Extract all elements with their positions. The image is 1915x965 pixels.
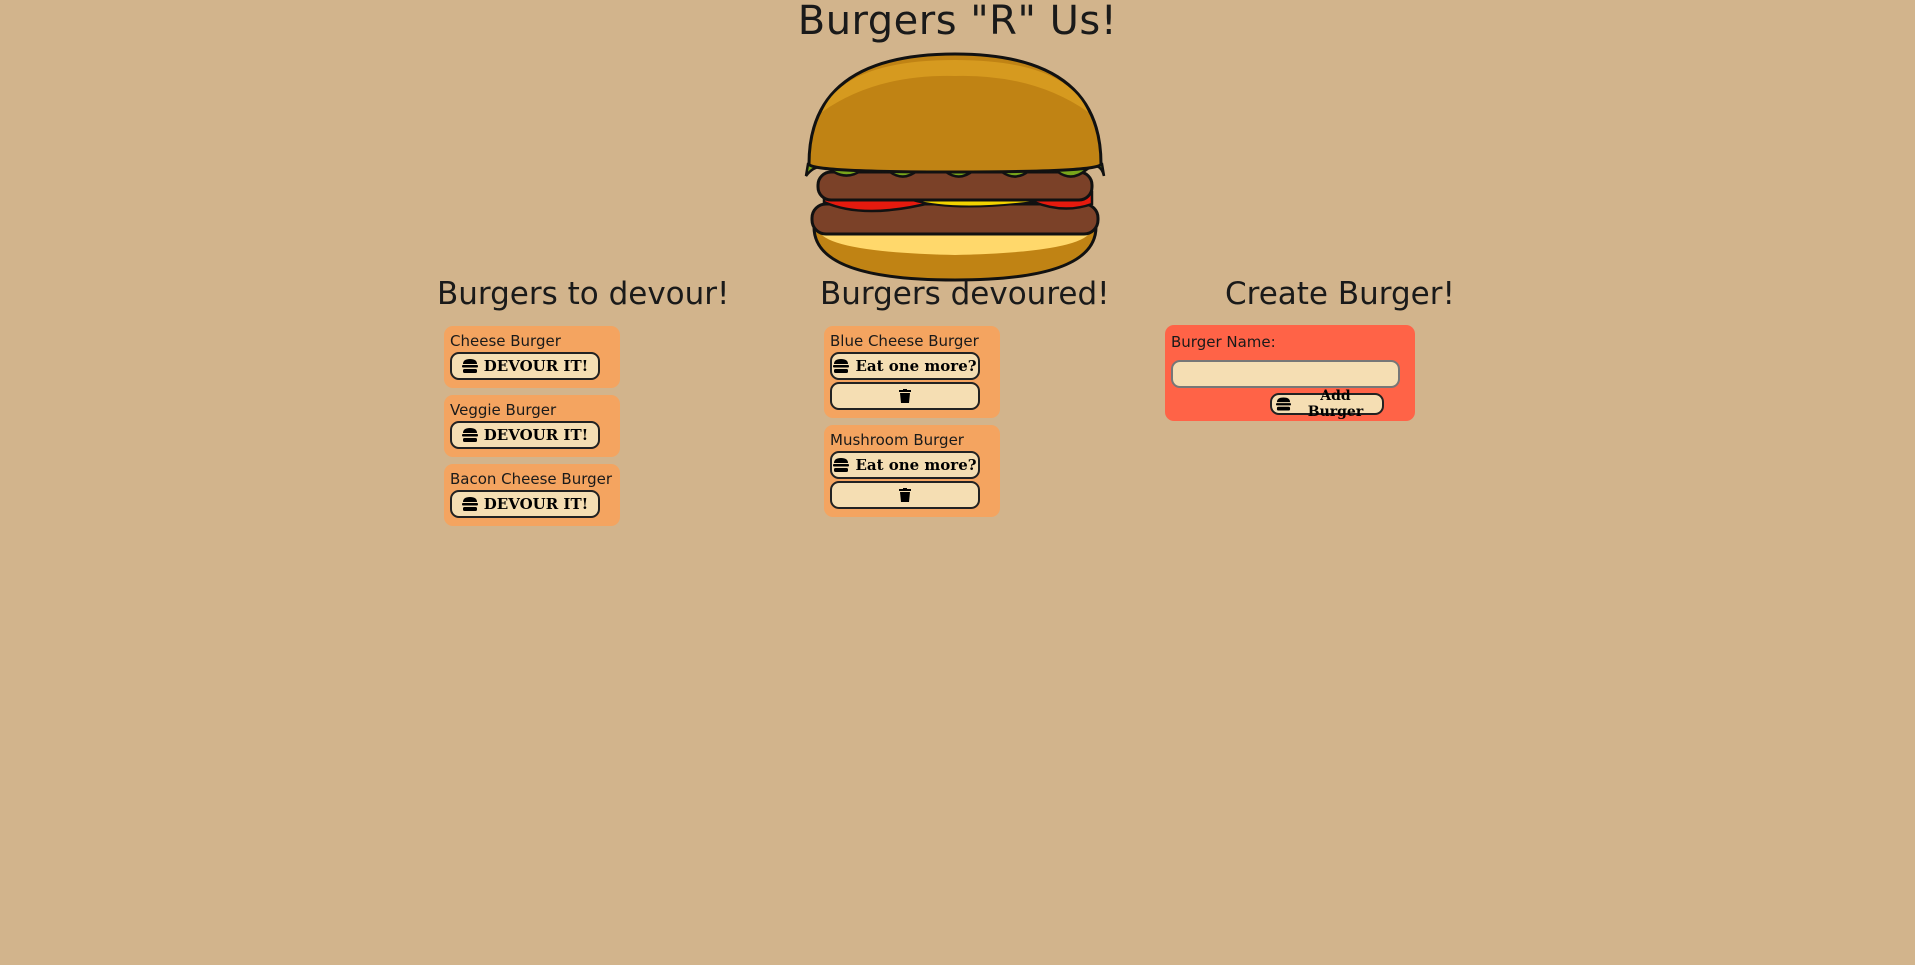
hamburger-icon [1276,397,1291,411]
burger-card: Bacon Cheese Burger DEVOUR IT! [444,464,620,526]
delete-button[interactable] [830,382,980,410]
add-burger-button[interactable]: Add Burger [1270,388,1384,420]
hamburger-icon [461,359,478,373]
add-burger-label: Add Burger [1307,388,1364,420]
devoured-card: Blue Cheese Burger Eat one more? [824,326,1000,418]
eat-one-more-label: Eat one more? [855,357,977,375]
devoured-card: Mushroom Burger Eat one more? [824,425,1000,517]
delete-button[interactable] [830,481,980,509]
create-heading: Create Burger! [1225,276,1455,312]
burger-name: Cheese Burger [450,332,561,350]
devoured-heading: Burgers devoured! [820,276,1110,312]
devour-button[interactable]: DEVOUR IT! [450,490,600,518]
trash-icon [899,488,911,502]
page-title: Burgers "R" Us! [797,0,1118,44]
burger-name: Blue Cheese Burger [830,332,979,350]
eat-one-more-label: Eat one more? [855,456,977,474]
devour-button-label: DEVOUR IT! [483,495,589,513]
trash-icon [899,389,911,403]
hamburger-icon [833,359,850,373]
burger-name-input[interactable] [1171,360,1400,388]
burger-logo [804,52,1106,282]
burger-card: Cheese Burger DEVOUR IT! [444,326,620,388]
hamburger-icon [461,428,478,442]
eat-one-more-button[interactable]: Eat one more? [830,352,980,380]
burger-name-label: Burger Name: [1171,333,1276,351]
devour-button[interactable]: DEVOUR IT! [450,352,600,380]
devour-button-label: DEVOUR IT! [483,357,589,375]
burger-name: Bacon Cheese Burger [450,470,613,488]
hamburger-icon [461,497,478,511]
to-devour-heading: Burgers to devour! [437,276,730,312]
burger-name: Mushroom Burger [830,431,964,449]
devour-button-label: DEVOUR IT! [483,426,589,444]
burger-card: Veggie Burger DEVOUR IT! [444,395,620,457]
create-burger-form: Burger Name: Add Burger [1165,325,1415,421]
burger-name: Veggie Burger [450,401,557,419]
eat-one-more-button[interactable]: Eat one more? [830,451,980,479]
hamburger-icon [833,458,850,472]
devour-button[interactable]: DEVOUR IT! [450,421,600,449]
